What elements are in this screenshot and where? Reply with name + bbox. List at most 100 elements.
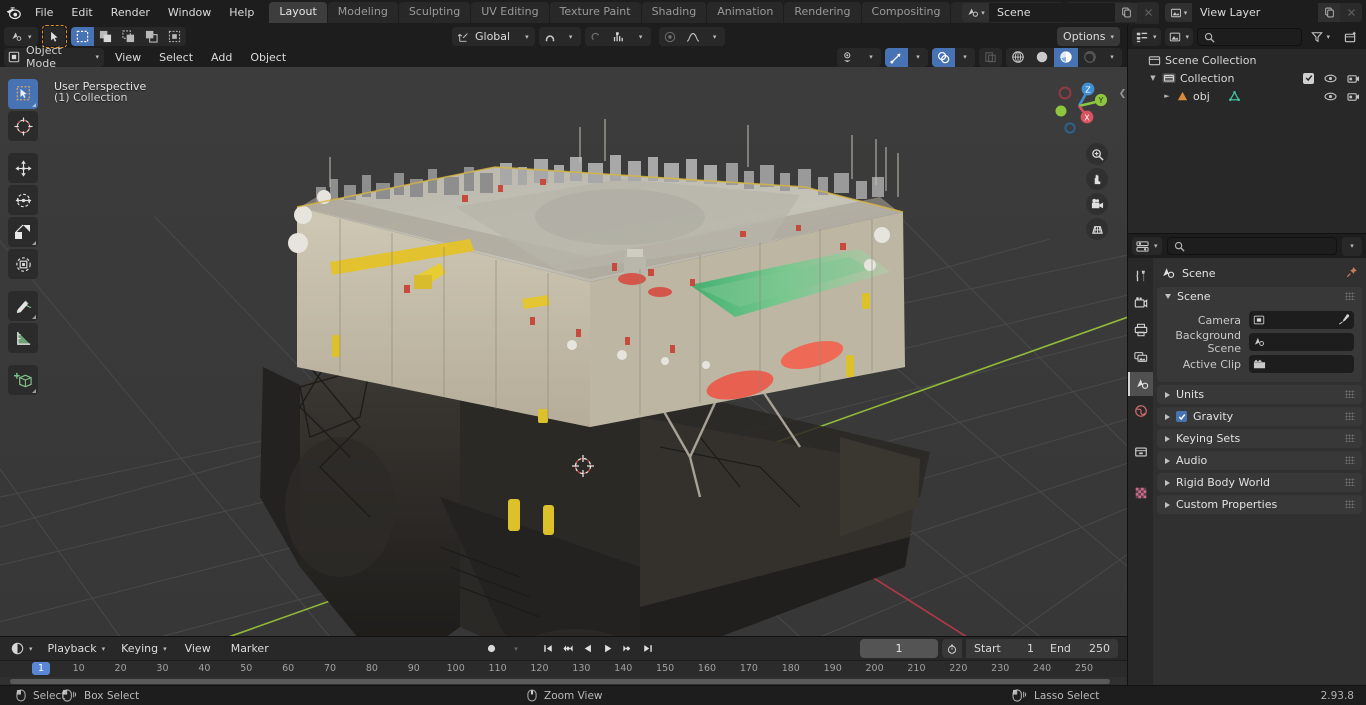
visibility-icon[interactable] bbox=[837, 47, 861, 67]
viewlayer-unlink-button[interactable] bbox=[1340, 3, 1362, 22]
timeline-editor-type-selector[interactable]: ▾ bbox=[6, 639, 38, 658]
auto-keying-chevron-icon[interactable]: ▾ bbox=[504, 639, 528, 658]
next-keyframe-button[interactable] bbox=[618, 639, 638, 658]
object-visibility-group[interactable]: ▾ bbox=[837, 47, 881, 67]
frame-end-field[interactable]: End 250 bbox=[1042, 639, 1118, 658]
auto-keying-group[interactable]: ▾ bbox=[478, 639, 528, 658]
camera-icon[interactable] bbox=[1347, 73, 1360, 84]
gizmo-icon[interactable] bbox=[885, 47, 908, 67]
shading-wireframe-icon[interactable] bbox=[1006, 47, 1030, 67]
viewport-timeline-divider[interactable] bbox=[0, 636, 1128, 637]
shading-rendered-icon[interactable] bbox=[1078, 47, 1102, 67]
tab-object[interactable] bbox=[1128, 440, 1153, 464]
navigation-gizmo[interactable]: Z Y X bbox=[1048, 75, 1110, 137]
panel-audio[interactable]: Audio bbox=[1157, 451, 1362, 470]
scene-icon[interactable]: ▾ bbox=[962, 3, 989, 22]
outliner-display-mode-selector[interactable]: ▾ bbox=[1132, 28, 1161, 46]
tool-transform[interactable] bbox=[8, 249, 38, 279]
overlays-chevron-icon[interactable]: ▾ bbox=[955, 47, 975, 67]
proportional-object-group[interactable]: ▾ bbox=[658, 27, 725, 46]
jump-to-end-button[interactable] bbox=[638, 639, 658, 658]
hand-pan-icon[interactable] bbox=[1086, 168, 1108, 190]
properties-editor-type-selector[interactable]: ▾ bbox=[1132, 237, 1162, 255]
xray-group[interactable] bbox=[979, 47, 1002, 67]
viewport-menu-select[interactable]: Select bbox=[151, 49, 201, 66]
timeline-playback-menu[interactable]: Playback ▾ bbox=[41, 639, 112, 658]
new-collection-icon[interactable] bbox=[1339, 28, 1362, 47]
mode-selector[interactable]: Object Mode ▾ bbox=[4, 44, 104, 70]
play-reverse-button[interactable] bbox=[578, 639, 598, 658]
select-intersect-icon[interactable] bbox=[162, 27, 186, 46]
prop-camera-field[interactable] bbox=[1249, 311, 1354, 329]
timeline-marker-menu[interactable]: Marker bbox=[223, 640, 277, 657]
chevron-right-icon[interactable]: ► bbox=[1162, 92, 1172, 100]
workspace-tab-rendering[interactable]: Rendering bbox=[784, 1, 861, 24]
3d-viewport[interactable]: User Perspective (1) Collection Z Y X ❮ bbox=[0, 67, 1128, 637]
viewport-menu-add[interactable]: Add bbox=[203, 49, 240, 66]
record-dot-icon[interactable] bbox=[478, 639, 504, 658]
timeline-horizontal-scrollbar[interactable] bbox=[10, 679, 1110, 684]
tab-scene[interactable] bbox=[1128, 372, 1153, 396]
panel-units[interactable]: Units bbox=[1157, 385, 1362, 404]
gizmo-group[interactable]: ▾ bbox=[885, 47, 928, 67]
workspace-tab-compositing[interactable]: Compositing bbox=[861, 1, 951, 24]
checkbox-icon[interactable] bbox=[1176, 411, 1187, 422]
menu-render[interactable]: Render bbox=[102, 3, 159, 22]
outliner-search-input[interactable] bbox=[1197, 28, 1303, 46]
proportional-object-icon[interactable] bbox=[658, 27, 681, 46]
eye-icon[interactable] bbox=[1324, 73, 1337, 84]
select-invert-icon[interactable] bbox=[139, 27, 163, 46]
outliner-row-scene-collection[interactable]: Scene Collection bbox=[1128, 51, 1366, 69]
camera-icon[interactable] bbox=[1347, 91, 1360, 102]
shading-solid-icon[interactable] bbox=[1030, 47, 1054, 67]
timeline-playhead[interactable]: 1 bbox=[31, 662, 51, 675]
overlays-icon[interactable] bbox=[932, 47, 955, 67]
properties-options-chevron-icon[interactable]: ▾ bbox=[1342, 236, 1362, 256]
panel-rigid-body-world[interactable]: Rigid Body World bbox=[1157, 473, 1362, 492]
play-button[interactable] bbox=[598, 639, 618, 658]
transport-controls[interactable] bbox=[538, 639, 658, 658]
oil-rig-model[interactable] bbox=[0, 67, 1128, 637]
shading-material-preview-icon[interactable] bbox=[1054, 47, 1078, 67]
transform-orientation-dropdown[interactable]: Global ▾ bbox=[452, 27, 535, 46]
workspace-tab-modeling[interactable]: Modeling bbox=[327, 1, 398, 24]
viewport-menu-object[interactable]: Object bbox=[242, 49, 294, 66]
current-frame-field[interactable]: 1 bbox=[860, 639, 938, 658]
outliner-row-obj[interactable]: ► obj bbox=[1128, 87, 1366, 105]
timeline-ruler[interactable]: 10 20 30 40 50 60 70 80 90 100 110 120 130 140 150 160 1… bbox=[0, 660, 1128, 677]
gizmo-chevron-icon[interactable]: ▾ bbox=[908, 47, 928, 67]
options-dropdown[interactable]: Options ▾ bbox=[1057, 27, 1120, 46]
scene-new-button[interactable] bbox=[1115, 3, 1137, 22]
shading-mode-group[interactable]: ▾ bbox=[1006, 47, 1122, 67]
tool-tweak-select[interactable] bbox=[8, 79, 38, 109]
blender-logo-icon[interactable] bbox=[0, 0, 26, 25]
mesh-data-icon[interactable] bbox=[1228, 90, 1241, 103]
tab-output[interactable] bbox=[1128, 318, 1153, 342]
ortho-persp-grid-icon[interactable] bbox=[1086, 218, 1108, 240]
checkbox-icon[interactable] bbox=[1303, 72, 1314, 84]
tab-world[interactable] bbox=[1128, 399, 1153, 423]
viewlayer-datablock[interactable]: ▾ View Layer bbox=[1165, 3, 1362, 22]
tool-rotate[interactable] bbox=[8, 185, 38, 215]
viewlayer-name[interactable]: View Layer bbox=[1192, 3, 1318, 22]
frame-start-field[interactable]: Start 1 bbox=[966, 639, 1042, 658]
pin-icon[interactable] bbox=[1346, 266, 1358, 281]
menu-file[interactable]: File bbox=[26, 3, 62, 22]
scene-unlink-button[interactable] bbox=[1137, 3, 1159, 22]
outliner-properties-divider[interactable] bbox=[1128, 233, 1366, 234]
tab-render[interactable] bbox=[1128, 291, 1153, 315]
snap-group[interactable]: ▾ bbox=[538, 27, 581, 46]
prop-background-scene-field[interactable] bbox=[1249, 333, 1354, 351]
properties-search-input[interactable] bbox=[1166, 237, 1337, 255]
panel-gravity[interactable]: Gravity bbox=[1157, 407, 1362, 426]
menu-edit[interactable]: Edit bbox=[62, 3, 101, 22]
tab-view-layer[interactable] bbox=[1128, 345, 1153, 369]
workspace-tab-layout[interactable]: Layout bbox=[269, 1, 327, 24]
falloff-curve-icon[interactable] bbox=[680, 27, 705, 46]
workspace-tab-shading[interactable]: Shading bbox=[641, 1, 707, 24]
outliner-row-collection[interactable]: ▼ Collection bbox=[1128, 69, 1366, 87]
panel-keying-sets[interactable]: Keying Sets bbox=[1157, 429, 1362, 448]
timeline-keying-menu[interactable]: Keying ▾ bbox=[115, 639, 173, 658]
tool-cursor[interactable] bbox=[8, 111, 38, 141]
snap-magnet-icon[interactable] bbox=[538, 27, 561, 46]
